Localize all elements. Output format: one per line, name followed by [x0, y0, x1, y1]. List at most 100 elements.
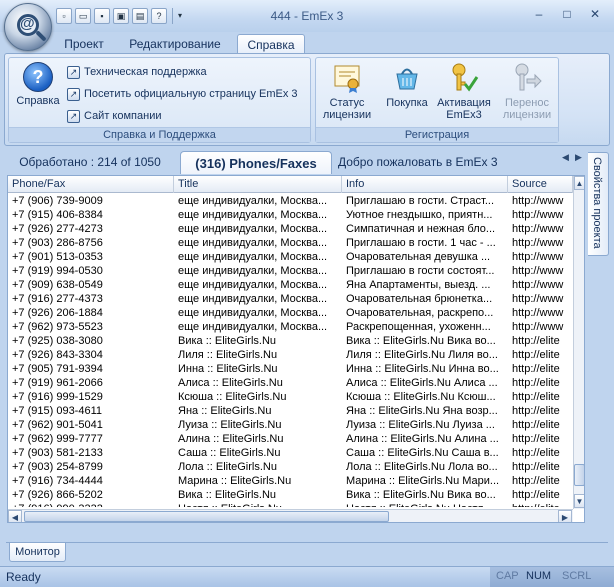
- cell-title: Алина :: EliteGirls.Nu: [178, 433, 284, 445]
- company-site-link[interactable]: ↗ Сайт компании: [67, 107, 161, 125]
- project-properties-tab[interactable]: Свойства проекта: [588, 152, 609, 256]
- license-status-button[interactable]: Статус лицензии: [318, 62, 376, 121]
- group-help-support: ? Справка ↗ Техническая поддержка ↗ Посе…: [8, 57, 311, 143]
- tab-monitor[interactable]: Монитор: [9, 543, 66, 562]
- minimize-button[interactable]: –: [528, 6, 550, 22]
- table-row[interactable]: +7 (903) 581-2133 Саша :: EliteGirls.Nu Са…: [8, 446, 573, 460]
- table-row[interactable]: +7 (962) 999-7777 Алина :: EliteGirls.Nu А…: [8, 432, 573, 446]
- cell-info: Лиля :: EliteGirls.Nu Лиля во...: [346, 349, 498, 361]
- cell-source: http://elite: [512, 349, 560, 361]
- official-page-label: Посетить официальную страницу EmEx 3: [84, 88, 298, 100]
- table-row[interactable]: +7 (909) 638-0549 еще индивидуалки, Москв…: [8, 278, 573, 292]
- activation-button[interactable]: Активация EmEx3: [434, 62, 494, 121]
- at-sign-icon: @: [20, 15, 35, 32]
- cell-phone: +7 (925) 038-3080: [12, 335, 103, 347]
- cell-title: Алиса :: EliteGirls.Nu: [178, 377, 283, 389]
- tab-phones-faxes[interactable]: (316) Phones/Faxes: [180, 151, 332, 174]
- table-row[interactable]: +7 (926) 866-5202 Вика :: EliteGirls.Nu Ви…: [8, 488, 573, 502]
- scroll-lock-indicator: SCRL: [562, 570, 592, 582]
- activation-label: Активация EmEx3: [437, 97, 491, 121]
- scroll-down-icon[interactable]: ▼: [574, 494, 584, 508]
- key-check-icon: [452, 63, 479, 92]
- table-row[interactable]: +7 (919) 994-0530 еще индивидуалки, Москв…: [8, 264, 573, 278]
- cell-source: http://elite: [512, 363, 560, 375]
- tab-processed-status[interactable]: Обработано : 214 of 1050: [10, 151, 170, 174]
- official-page-link[interactable]: ↗ Посетить официальную страницу EmEx 3: [67, 85, 298, 103]
- cell-phone: +7 (926) 866-5202: [12, 489, 103, 501]
- table-row[interactable]: +7 (901) 513-0353 еще индивидуалки, Москв…: [8, 250, 573, 264]
- table-row[interactable]: +7 (962) 901-5041 Луиза :: EliteGirls.Nu Л…: [8, 418, 573, 432]
- tab-help[interactable]: Справка: [237, 34, 305, 54]
- status-text: Ready: [6, 570, 41, 584]
- cell-title: Марина :: EliteGirls.Nu: [178, 475, 292, 487]
- column-header-phone[interactable]: Phone/Fax: [8, 176, 174, 193]
- cell-title: Ксюша :: EliteGirls.Nu: [178, 391, 287, 403]
- group-registration: Статус лицензии Покупка Активация EmEx3: [315, 57, 559, 143]
- table-row[interactable]: +7 (916) 734-4444 Марина :: EliteGirls.Nu…: [8, 474, 573, 488]
- project-properties-label: Свойства проекта: [591, 157, 603, 249]
- scroll-right-icon[interactable]: ▶: [558, 510, 572, 522]
- cell-info: Ксюша :: EliteGirls.Nu Ксюш...: [346, 391, 496, 403]
- vertical-scrollbar[interactable]: ▲ ▼: [573, 176, 584, 509]
- table-row[interactable]: +7 (903) 254-8799 Лола :: EliteGirls.Nu Ло…: [8, 460, 573, 474]
- table-row[interactable]: +7 (962) 973-5523 еще индивидуалки, Москв…: [8, 320, 573, 334]
- table-row[interactable]: +7 (903) 286-8756 еще индивидуалки, Москв…: [8, 236, 573, 250]
- application-menu-button[interactable]: @: [4, 3, 52, 51]
- cell-source: http://elite: [512, 475, 560, 487]
- table-row[interactable]: +7 (926) 277-4273 еще индивидуалки, Москв…: [8, 222, 573, 236]
- table-row[interactable]: +7 (925) 038-3080 Вика :: EliteGirls.Nu Ви…: [8, 334, 573, 348]
- table-row[interactable]: +7 (906) 739-9009 еще индивидуалки, Москв…: [8, 194, 573, 208]
- license-status-label: Статус лицензии: [322, 97, 372, 121]
- tab-project[interactable]: Проект: [56, 34, 112, 54]
- cell-phone: +7 (901) 513-0353: [12, 251, 103, 263]
- cell-title: еще индивидуалки, Москва...: [178, 321, 328, 333]
- table-row[interactable]: +7 (919) 961-2066 Алиса :: EliteGirls.Nu А…: [8, 376, 573, 390]
- status-bar: Ready CAP NUM SCRL: [0, 566, 614, 587]
- title-bar: @ ▫ ▭ ▪ ▣ ▤ ? ▾ 444 - EmEx 3 – □ ✕: [0, 0, 614, 51]
- help-button[interactable]: ? Справка: [13, 62, 63, 107]
- cell-info: Уютное гнездышко, приятн...: [346, 209, 493, 221]
- key-transfer-icon: [515, 63, 542, 91]
- cell-source: http://elite: [512, 419, 560, 431]
- tab-scroll-right-icon[interactable]: ▶: [575, 152, 582, 163]
- table-row[interactable]: +7 (926) 206-1884 еще индивидуалки, Москв…: [8, 306, 573, 320]
- license-certificate-icon: [334, 65, 360, 93]
- tab-scroll-left-icon[interactable]: ◀: [562, 152, 569, 163]
- cell-title: еще индивидуалки, Москва...: [178, 237, 328, 249]
- close-button[interactable]: ✕: [584, 6, 606, 22]
- maximize-button[interactable]: □: [556, 6, 578, 22]
- table-row[interactable]: +7 (916) 990-3333Настя :: EliteGirls.NuН…: [8, 502, 573, 507]
- table-row[interactable]: +7 (915) 093-4611 Яна :: EliteGirls.Nu Яна…: [8, 404, 573, 418]
- license-transfer-button[interactable]: Перенос лицензии: [498, 62, 556, 121]
- cell-info: Вика :: EliteGirls.Nu Вика во...: [346, 335, 496, 347]
- external-link-icon: ↗: [67, 65, 80, 79]
- horizontal-scrollbar[interactable]: ◀ ▶: [8, 509, 573, 522]
- cell-info: Алиса :: EliteGirls.Nu Алиса ...: [346, 377, 498, 389]
- scroll-left-icon[interactable]: ◀: [8, 510, 22, 522]
- table-row[interactable]: +7 (915) 406-8384 еще индивидуалки, Москв…: [8, 208, 573, 222]
- cell-source: http://www: [512, 265, 564, 277]
- table-row[interactable]: +7 (926) 843-3304 Лиля :: EliteGirls.Nu Ли…: [8, 348, 573, 362]
- cell-phone: +7 (919) 994-0530: [12, 265, 103, 277]
- tech-support-label: Техническая поддержка: [84, 66, 207, 78]
- cell-info: Очаровательная, раскрепо...: [346, 307, 494, 319]
- horizontal-scroll-thumb[interactable]: [24, 511, 389, 522]
- cell-phone: +7 (915) 406-8384: [12, 209, 103, 221]
- vertical-scroll-thumb[interactable]: [574, 464, 584, 486]
- scroll-up-icon[interactable]: ▲: [574, 176, 584, 190]
- column-header-info[interactable]: Info: [342, 176, 508, 193]
- tab-welcome[interactable]: Добро пожаловать в EmEx 3: [338, 151, 498, 174]
- ribbon-tab-strip: Проект Редактирование Справка: [0, 32, 614, 54]
- group-caption-registration: Регистрация: [316, 127, 558, 142]
- purchase-button[interactable]: Покупка: [382, 62, 432, 109]
- tech-support-link[interactable]: ↗ Техническая поддержка: [67, 63, 207, 81]
- table-row[interactable]: +7 (916) 277-4373 еще индивидуалки, Москв…: [8, 292, 573, 306]
- cell-phone: +7 (926) 206-1884: [12, 307, 103, 319]
- column-header-source[interactable]: Source: [508, 176, 573, 193]
- tab-editing[interactable]: Редактирование: [120, 34, 230, 54]
- column-header-title[interactable]: Title: [174, 176, 342, 193]
- table-row[interactable]: +7 (916) 999-1529 Ксюша :: EliteGirls.Nu К…: [8, 390, 573, 404]
- table-row[interactable]: +7 (905) 791-9394 Инна :: EliteGirls.Nu Ин…: [8, 362, 573, 376]
- cell-title: Лола :: EliteGirls.Nu: [178, 461, 277, 473]
- cell-info: Лола :: EliteGirls.Nu Лола во...: [346, 461, 498, 473]
